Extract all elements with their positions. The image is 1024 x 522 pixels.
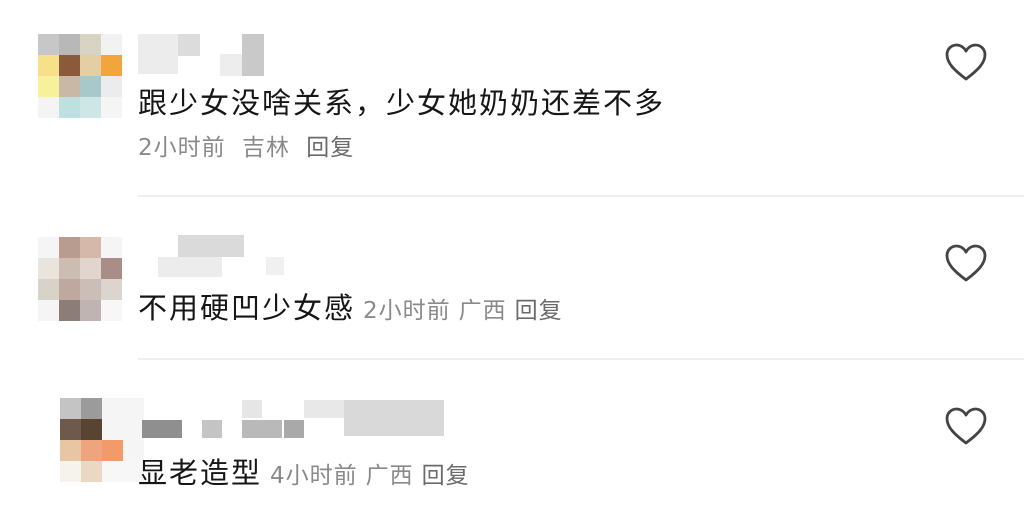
avatar-pixel [59,34,80,55]
username-blurred[interactable] [138,235,288,279]
comment-time: 4小时前 [270,463,358,489]
comment-item: 显老造型 4小时前 广西 回复 [0,360,1024,522]
avatar-pixel [101,55,122,76]
comment-location: 吉林 [241,135,290,161]
heart-outline-icon [945,244,987,282]
avatar-pixel [101,97,122,118]
avatar-pixel [101,237,122,258]
comment-time: 2小时前 [138,135,226,161]
comment-item: 跟少女没啥关系，少女她奶奶还差不多 2小时前 吉林 回复 [0,0,1024,196]
avatar-pixel [102,461,123,482]
avatar-pixel [59,76,80,97]
heart-outline-icon [945,43,987,81]
avatar-pixel [101,34,122,55]
like-button[interactable] [944,42,988,82]
avatar-pixel [80,237,101,258]
comment-time: 2小时前 [363,298,451,324]
comment-location: 广西 [458,298,507,324]
avatar-pixel [101,76,122,97]
avatar-pixel [80,258,101,279]
avatar-pixel [38,55,59,76]
avatar-pixel [59,300,80,321]
comment-location: 广西 [365,463,414,489]
heart-outline-icon [945,407,987,445]
comment-meta: 2小时前 吉林 回复 [138,128,362,162]
reply-button[interactable]: 回复 [422,463,470,489]
avatar-pixel [38,237,59,258]
avatar-pixel [102,440,123,461]
avatar-pixel [81,440,102,461]
avatar-pixel [59,279,80,300]
avatar-pixel [102,398,123,419]
avatar-pixel [38,300,59,321]
avatar-pixel [38,34,59,55]
avatar-pixel [101,300,122,321]
avatar-pixel [81,398,102,419]
comment-body: 不用硬凹少女感 2小时前 广西 回复 [138,285,571,327]
avatar-pixel [59,237,80,258]
avatar-pixel [38,279,59,300]
avatar-pixel [102,419,123,440]
reply-button[interactable]: 回复 [515,298,563,324]
comment-meta: 4小时前 广西 回复 [270,463,478,489]
comment-item: 不用硬凹少女感 2小时前 广西 回复 [0,197,1024,359]
avatar-pixel [59,258,80,279]
comment-text: 跟少女没啥关系，少女她奶奶还差不多 [138,86,666,120]
avatar-pixel [38,76,59,97]
username-blurred[interactable] [138,34,268,78]
avatar-pixel [80,97,101,118]
comment-body: 显老造型 4小时前 广西 回复 [138,450,478,492]
avatar-pixel [38,258,59,279]
avatar-pixel [60,461,81,482]
comment-meta: 2小时前 广西 回复 [363,298,571,324]
comment-text: 显老造型 [138,456,263,490]
avatar-pixel [59,97,80,118]
comment-text: 不用硬凹少女感 [138,291,356,325]
avatar-pixel [101,279,122,300]
username-blurred[interactable] [138,398,448,442]
avatar[interactable] [38,34,122,118]
avatar-pixel [81,419,102,440]
avatar-pixel [80,300,101,321]
avatar-pixel [60,440,81,461]
avatar[interactable] [38,237,122,321]
like-button[interactable] [944,243,988,283]
avatar-pixel [81,461,102,482]
avatar[interactable] [60,398,144,482]
avatar-pixel [80,55,101,76]
avatar-pixel [80,34,101,55]
avatar-pixel [60,419,81,440]
avatar-pixel [60,398,81,419]
avatar-pixel [101,258,122,279]
avatar-pixel [38,97,59,118]
avatar-pixel [80,279,101,300]
avatar-pixel [80,76,101,97]
reply-button[interactable]: 回复 [306,135,354,161]
like-button[interactable] [944,406,988,446]
avatar-pixel [59,55,80,76]
